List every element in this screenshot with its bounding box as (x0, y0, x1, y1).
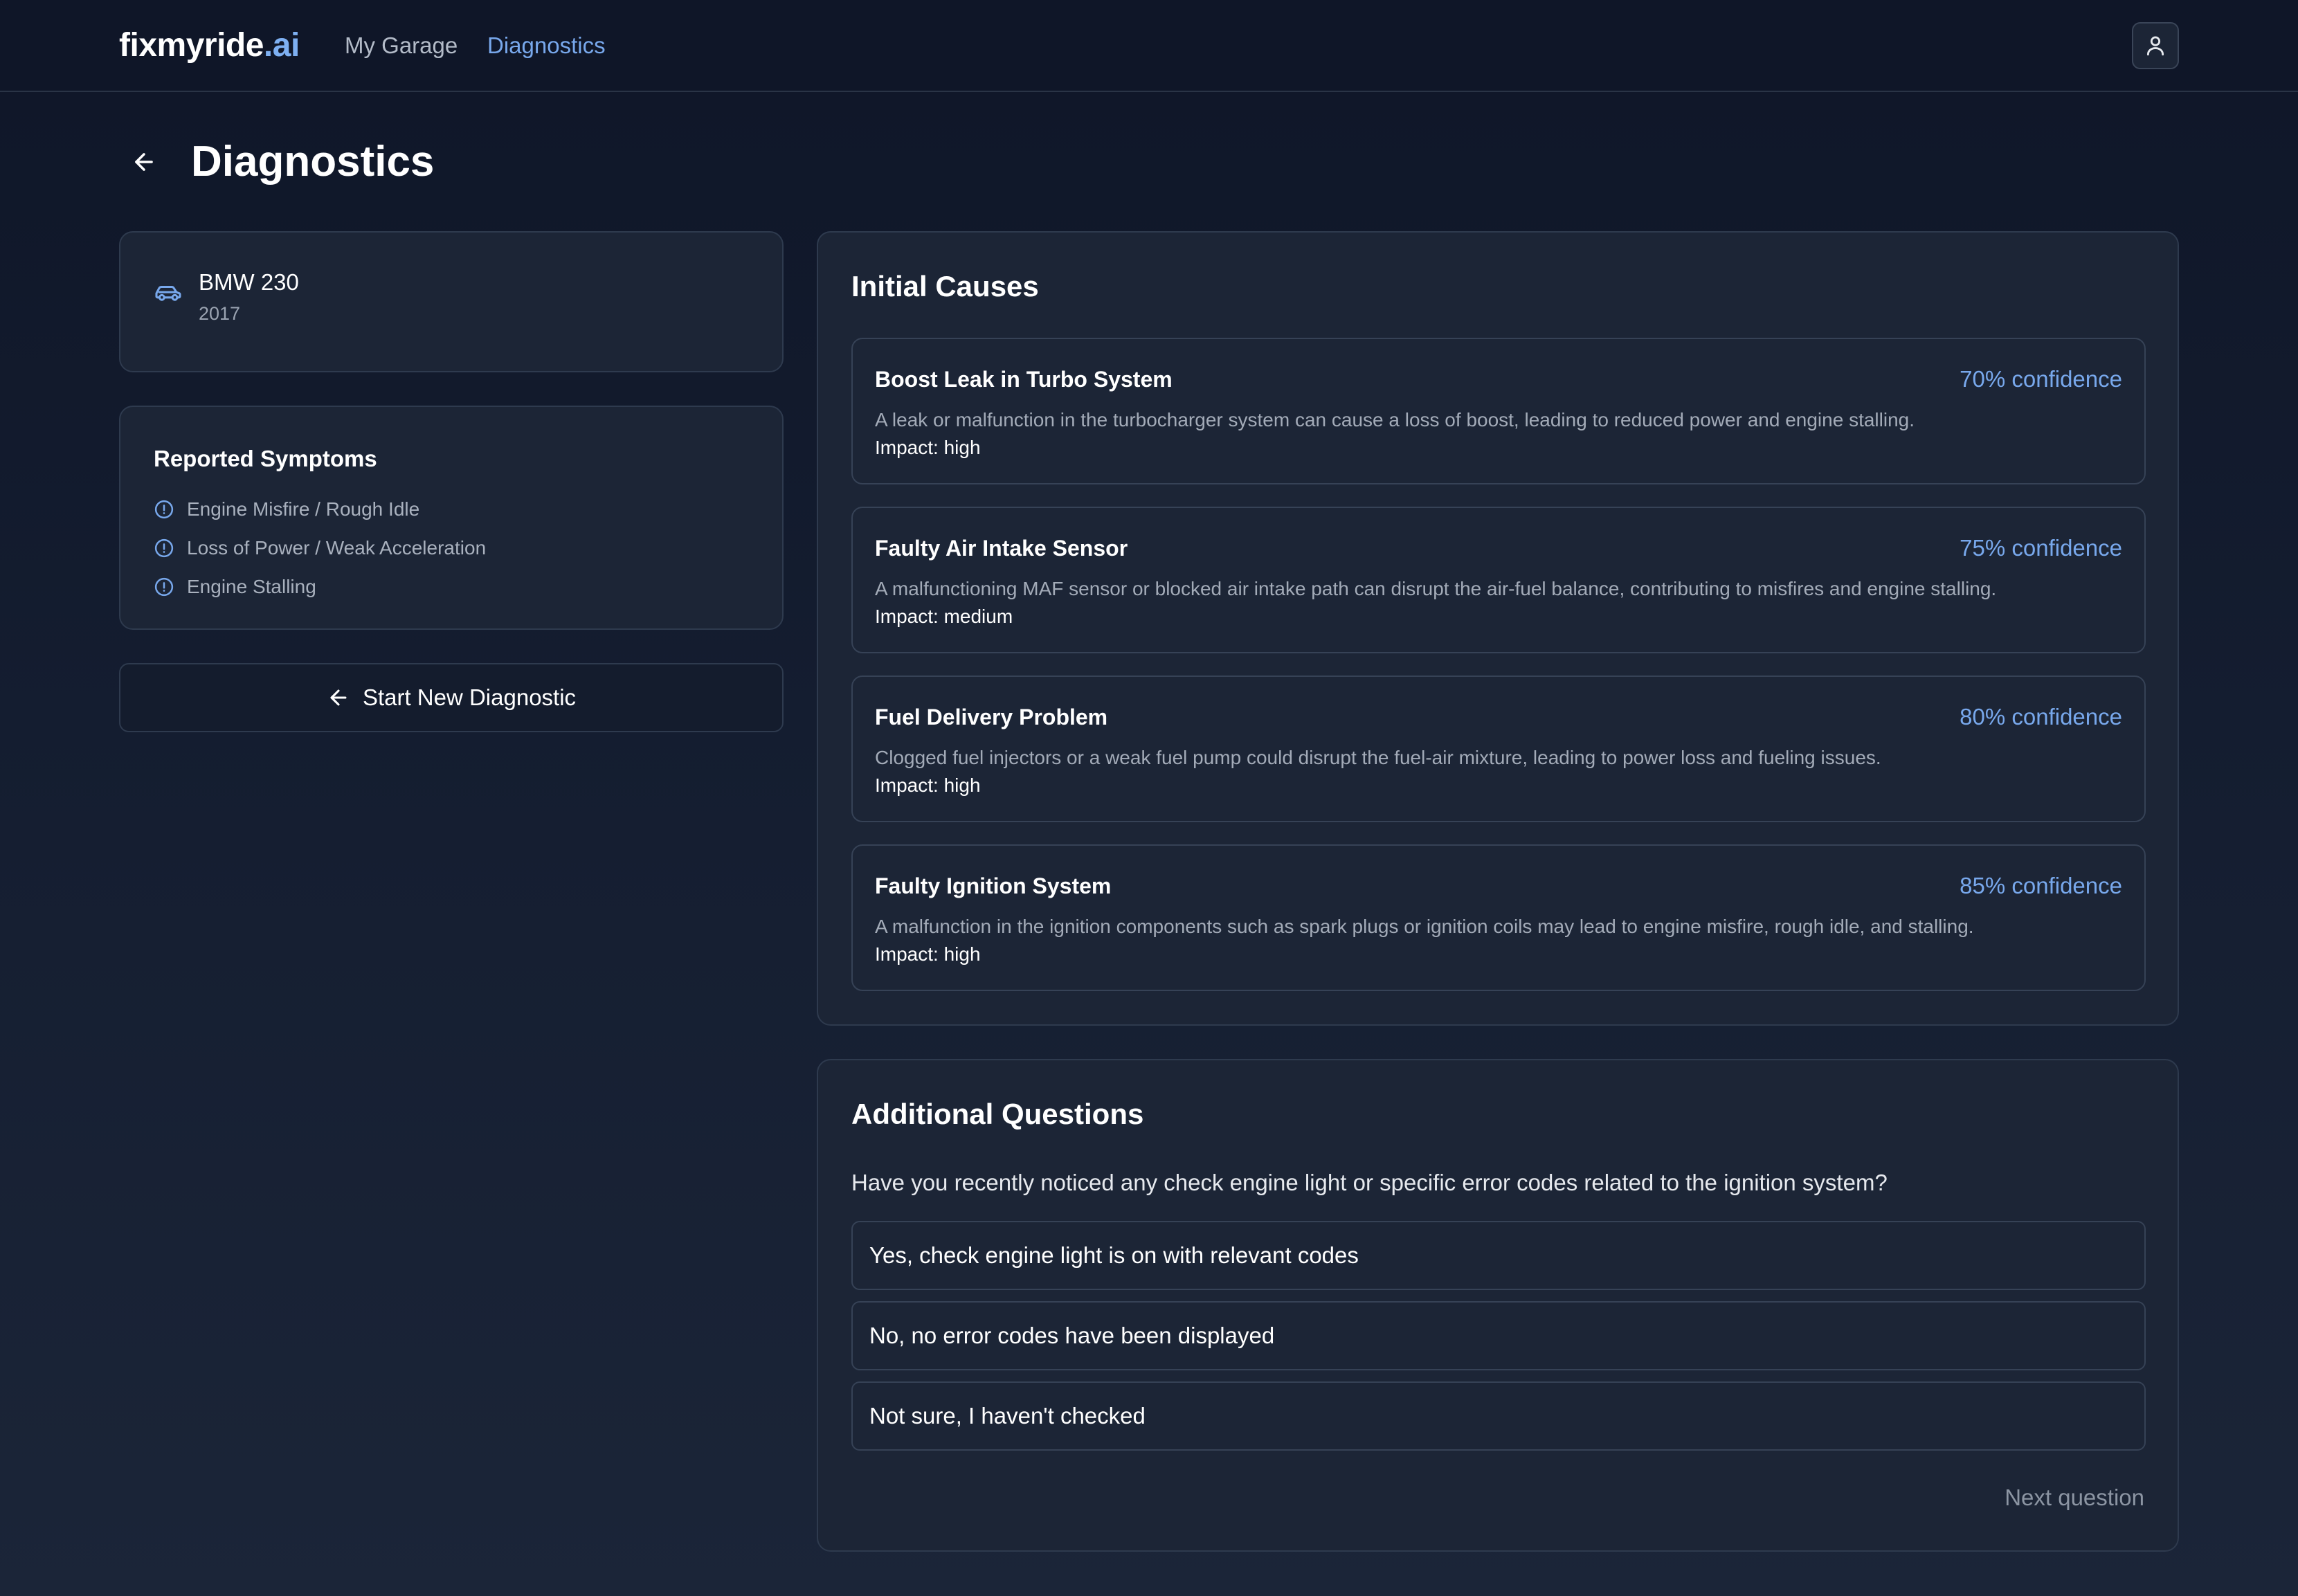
start-new-diagnostic-label: Start New Diagnostic (362, 684, 577, 710)
symptoms-title: Reported Symptoms (154, 446, 377, 471)
cause-item[interactable]: Boost Leak in Turbo System 70% confidenc… (851, 338, 2146, 484)
symptom-item: Loss of Power / Weak Acceleration (154, 529, 486, 568)
cause-confidence: 80% confidence (1960, 704, 2122, 729)
vehicle-year: 2017 (199, 303, 241, 324)
cause-description: A malfunction in the ignition components… (875, 916, 1974, 937)
symptom-text: Loss of Power / Weak Acceleration (187, 537, 487, 559)
user-icon (2146, 36, 2164, 56)
arrow-left-icon (135, 153, 153, 171)
symptom-text: Engine Stalling (187, 576, 316, 597)
car-icon (155, 285, 181, 301)
cause-description: Clogged fuel injectors or a weak fuel pu… (875, 747, 1881, 768)
cause-item[interactable]: Fuel Delivery Problem 80% confidence Clo… (851, 675, 2146, 822)
question-text: Have you recently noticed any check engi… (851, 1170, 1888, 1195)
back-button[interactable] (125, 143, 163, 181)
reported-symptoms-card: Reported Symptoms Engine Misfire / Rough… (119, 406, 784, 630)
cause-confidence: 85% confidence (1960, 873, 2122, 898)
symptom-item: Engine Misfire / Rough Idle (154, 490, 486, 529)
initial-causes-title: Initial Causes (851, 270, 1039, 302)
cause-impact: Impact: medium (875, 606, 1013, 627)
cause-impact: Impact: high (875, 774, 981, 796)
symptom-text: Engine Misfire / Rough Idle (187, 498, 420, 520)
app-logo[interactable]: fixmyride.ai (119, 26, 300, 65)
answer-option-yes[interactable]: Yes, check engine light is on with relev… (851, 1221, 2146, 1290)
additional-questions-card: Additional Questions Have you recently n… (817, 1059, 2179, 1552)
cause-description: A malfunctioning MAF sensor or blocked a… (875, 578, 1997, 599)
nav-my-garage[interactable]: My Garage (345, 32, 458, 60)
logo-accent: .ai (263, 27, 300, 64)
cause-title: Boost Leak in Turbo System (875, 367, 1173, 392)
symptom-item: Engine Stalling (154, 568, 486, 606)
cause-impact: Impact: high (875, 437, 981, 458)
cause-title: Faulty Ignition System (875, 873, 1112, 898)
cause-confidence: 70% confidence (1960, 366, 2122, 392)
top-navbar: fixmyride.ai My Garage Diagnostics (0, 0, 2298, 92)
user-menu-button[interactable] (2132, 22, 2179, 69)
symptom-list: Engine Misfire / Rough Idle Loss of Powe… (154, 490, 486, 606)
vehicle-name: BMW 230 (199, 269, 299, 295)
next-question-button[interactable]: Next question (2005, 1484, 2144, 1512)
arrow-left-icon (327, 686, 350, 709)
cause-title: Faulty Air Intake Sensor (875, 536, 1128, 561)
alert-circle-icon (154, 499, 174, 520)
cause-confidence: 75% confidence (1960, 535, 2122, 561)
alert-circle-icon (154, 538, 174, 559)
cause-title: Fuel Delivery Problem (875, 705, 1108, 729)
cause-item[interactable]: Faulty Air Intake Sensor 75% confidence … (851, 507, 2146, 653)
additional-questions-title: Additional Questions (851, 1098, 1144, 1130)
start-new-diagnostic-button[interactable]: Start New Diagnostic (119, 663, 784, 732)
answer-option-not-sure[interactable]: Not sure, I haven't checked (851, 1381, 2146, 1451)
cause-impact: Impact: high (875, 943, 981, 965)
nav-diagnostics[interactable]: Diagnostics (487, 32, 606, 60)
logo-text: fixmyride (119, 27, 264, 64)
initial-causes-card: Initial Causes Boost Leak in Turbo Syste… (817, 231, 2179, 1026)
cause-description: A leak or malfunction in the turbocharge… (875, 409, 1915, 430)
answer-option-no[interactable]: No, no error codes have been displayed (851, 1301, 2146, 1370)
alert-circle-icon (154, 577, 174, 597)
vehicle-card: BMW 230 2017 (119, 231, 784, 372)
page-title: Diagnostics (191, 138, 435, 185)
cause-item[interactable]: Faulty Ignition System 85% confidence A … (851, 844, 2146, 991)
